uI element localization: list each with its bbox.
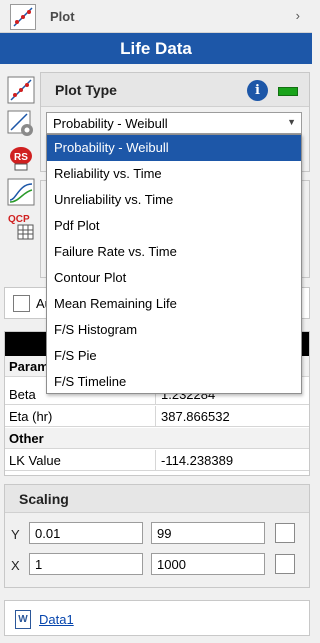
- overlay-plot-icon[interactable]: [7, 178, 35, 206]
- dropdown-option-unreliability[interactable]: Unreliability vs. Time: [47, 187, 301, 213]
- scaling-panel: Scaling Y 0.01 99 X 1 1000: [4, 484, 310, 588]
- plot-type-selected-value: Probability - Weibull: [53, 116, 168, 131]
- auto-checkbox[interactable]: [13, 295, 30, 312]
- x-scale-button[interactable]: [275, 554, 295, 574]
- dropdown-option-contour[interactable]: Contour Plot: [47, 265, 301, 291]
- x-axis-label: X: [11, 558, 20, 573]
- table-row: Eta (hr) 387.866532: [5, 406, 309, 427]
- row-value: -114.238389: [161, 453, 234, 468]
- x-max-input[interactable]: 1000: [151, 553, 265, 575]
- side-toolbar: RS QCP: [0, 64, 40, 284]
- scaling-header: Scaling: [5, 485, 309, 513]
- table-row: LK Value -114.238389: [5, 450, 309, 471]
- dropdown-option-failure-rate[interactable]: Failure Rate vs. Time: [47, 239, 301, 265]
- dropdown-option-pdf[interactable]: Pdf Plot: [47, 213, 301, 239]
- chevron-down-icon[interactable]: ▼: [287, 117, 296, 127]
- plot-settings-icon[interactable]: [7, 110, 35, 138]
- page-title: Life Data: [0, 33, 312, 64]
- row-key: LK Value: [9, 453, 61, 468]
- dropdown-option-reliability[interactable]: Reliability vs. Time: [47, 161, 301, 187]
- row-value: 387.866532: [161, 409, 230, 424]
- svg-text:QCP: QCP: [8, 214, 30, 225]
- plot-header-bar[interactable]: Plot ›: [0, 0, 312, 33]
- plot-type-select[interactable]: Probability - Weibull ▼: [46, 112, 302, 134]
- y-min-input[interactable]: 0.01: [29, 522, 143, 544]
- y-scale-button[interactable]: [275, 523, 295, 543]
- probability-plot-icon[interactable]: [7, 76, 35, 104]
- other-header: Other: [9, 431, 44, 446]
- svg-text:RS: RS: [14, 152, 28, 163]
- y-axis-label: Y: [11, 527, 20, 542]
- status-indicator: [278, 87, 298, 96]
- row-key: Beta: [9, 387, 36, 402]
- qcp-calculator-icon[interactable]: QCP: [7, 212, 35, 240]
- rs-draw-icon[interactable]: RS: [7, 144, 35, 172]
- dropdown-option-probability-weibull[interactable]: Probability - Weibull: [47, 135, 301, 161]
- row-key: Eta (hr): [9, 409, 53, 424]
- plot-type-title: Plot Type: [55, 82, 117, 98]
- plot-icon: [10, 4, 36, 30]
- data1-link[interactable]: Data1: [39, 612, 74, 627]
- chevron-right-icon[interactable]: ›: [296, 8, 300, 23]
- data-source-panel: W Data1: [4, 600, 310, 636]
- parameters-header: Param: [9, 359, 49, 374]
- plot-type-header: Plot Type i: [41, 73, 309, 107]
- dropdown-option-fs-pie[interactable]: F/S Pie: [47, 343, 301, 369]
- other-section-row: Other: [5, 428, 309, 449]
- plot-type-dropdown-list: Probability - Weibull Reliability vs. Ti…: [46, 134, 302, 394]
- dropdown-option-fs-timeline[interactable]: F/S Timeline: [47, 369, 301, 395]
- word-document-icon: W: [15, 610, 31, 629]
- info-icon[interactable]: i: [247, 80, 268, 101]
- x-min-input[interactable]: 1: [29, 553, 143, 575]
- scaling-title: Scaling: [19, 491, 69, 507]
- y-max-input[interactable]: 99: [151, 522, 265, 544]
- dropdown-option-mean-remaining-life[interactable]: Mean Remaining Life: [47, 291, 301, 317]
- plot-label: Plot: [50, 9, 75, 24]
- dropdown-option-fs-histogram[interactable]: F/S Histogram: [47, 317, 301, 343]
